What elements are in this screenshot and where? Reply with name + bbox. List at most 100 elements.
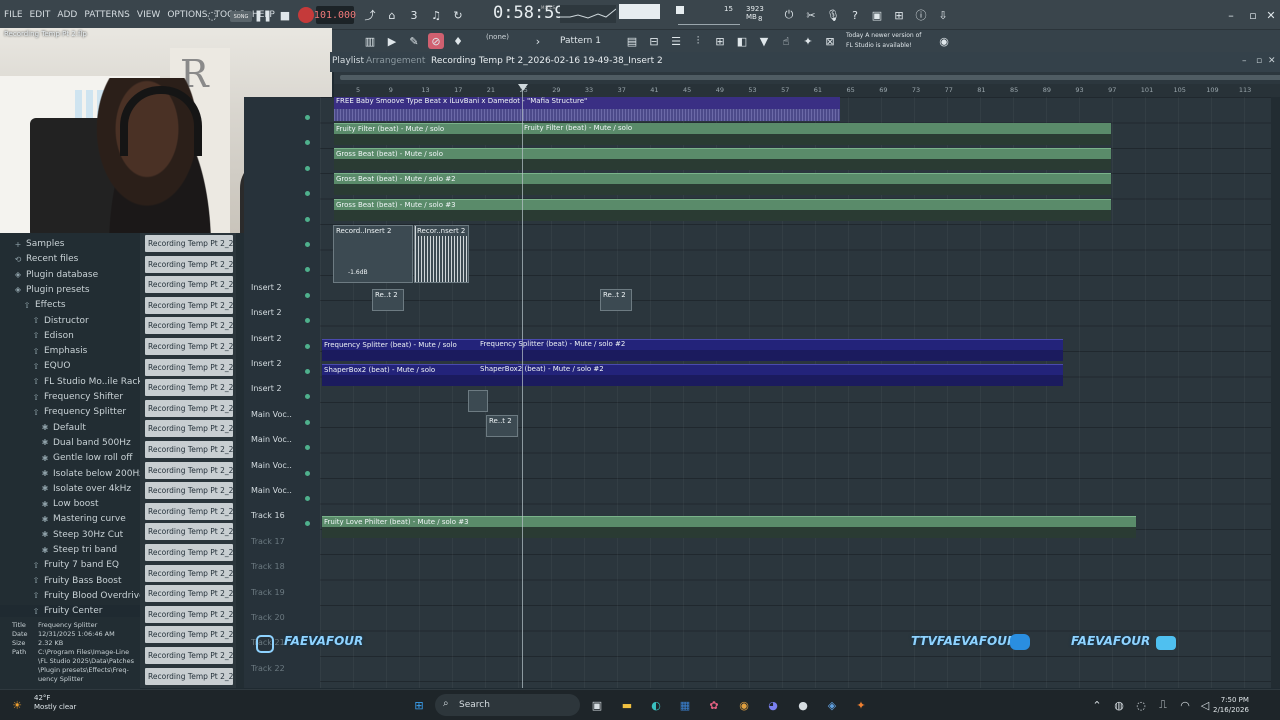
audio-clip[interactable]: Re..t 2 [600,289,632,311]
clip-source-item[interactable]: Recording Temp Pt 2_202 [145,317,233,335]
funnel-icon[interactable]: ▼ [756,33,772,49]
song-pattern-toggle[interactable]: SONG [230,11,252,22]
clip-source-item[interactable]: Recording Temp Pt 2_202 [145,564,233,582]
track-header[interactable]: Main Voc.. [251,486,311,495]
store-icon[interactable]: ▦ [676,696,694,714]
mixer-view-icon[interactable]: ⫶ [690,33,706,49]
audio-clip[interactable]: Record..Insert 2 -1.6dB [333,225,413,283]
mixer-icon[interactable]: ⊞ [890,6,908,24]
pattern-selector[interactable]: Pattern 1 [560,32,606,50]
clip-source-item[interactable]: Recording Temp Pt 2_202 [145,338,233,355]
wand-icon[interactable]: ✦ [800,33,816,49]
clip-source-item[interactable]: Recording Temp Pt 2_202 [145,461,233,479]
browser-item[interactable]: + Samples [0,237,65,251]
browser-item[interactable]: ⇧ Edison [0,329,74,343]
track-mute-led[interactable] [305,470,310,476]
bell-icon[interactable]: ♦ [450,33,466,49]
network-icon[interactable]: ◌ [1132,696,1150,714]
track-header[interactable]: Main Voc.. [251,410,311,419]
clip-source-item[interactable]: Recording Temp Pt 2_202 [145,441,233,458]
browser-item[interactable]: ✱ Gentle low roll off [0,451,133,465]
piano-roll-icon[interactable]: ☰ [668,33,684,49]
automation-clip[interactable]: Fruity Filter (beat) - Mute / solo [522,123,1111,145]
automation-clip[interactable]: ShaperBox2 (beat) - Mute / solo #2 [478,364,778,386]
plugin-picker-icon[interactable]: ◧ [734,33,750,49]
record-button[interactable] [298,7,314,23]
menu-edit[interactable]: EDIT [30,10,51,20]
track-mute-led[interactable] [305,521,310,527]
browser-item[interactable]: ⇧ Fruity Blood Overdrive [0,589,145,603]
clip-source-item[interactable]: Recording Temp Pt 2_202 [145,667,233,685]
browser-item[interactable]: ✱ Default [0,421,86,435]
track-mute-led[interactable] [305,318,310,324]
browser-item[interactable]: ⇧ Frequency Splitter [0,405,126,419]
globe-icon[interactable]: ◉ [936,33,952,49]
weather-icon[interactable]: ☀ [8,696,26,714]
browser-icon[interactable]: ⊞ [712,33,728,49]
track-mute-led[interactable] [305,369,310,374]
track-mute-led[interactable] [305,242,310,247]
track-header[interactable]: Insert 2 [251,308,311,317]
microphone-icon[interactable]: 🎙 [824,6,842,24]
close-icon[interactable]: ✕ [1262,6,1280,24]
chevron-up-icon[interactable]: ⌃ [1088,696,1106,714]
close-icon[interactable]: ✕ [1268,56,1276,66]
app-icon[interactable]: ✿ [705,696,723,714]
track-header[interactable]: Main Voc.. [251,435,311,444]
tray-icon[interactable]: ◍ [1110,696,1128,714]
clip-source-item[interactable]: Recording Temp Pt 2_202 [145,420,233,438]
discord-taskbar-icon[interactable]: ◕ [764,696,782,714]
track-mute-led[interactable] [305,191,310,197]
audio-clip[interactable]: Re..t 2 [372,289,404,311]
track-mute-led[interactable] [305,115,310,120]
automation-clip[interactable]: Frequency Splitter (beat) - Mute / solo … [478,339,778,361]
link-icon[interactable]: ⊘ [428,33,444,49]
track-header[interactable]: Track 19 [251,588,311,597]
menu-view[interactable]: VIEW [137,10,160,20]
menu-file[interactable]: FILE [4,10,23,20]
browser-item[interactable]: ✱ Mastering curve [0,512,126,526]
info-icon[interactable]: ⓘ [912,6,930,24]
snap-selector[interactable]: (none) [486,33,509,41]
track-header[interactable]: Track 16 [251,511,311,520]
app2-icon[interactable]: ◈ [823,696,841,714]
edge-icon[interactable]: ◐ [647,696,665,714]
browser-item[interactable]: ⇧ Distructor [0,314,89,328]
browser-item[interactable]: ⇧ FL Studio Mo..ile Rack FX [0,375,157,389]
audio-clip[interactable]: Re..t 2 [486,415,518,437]
chevron-right-icon[interactable]: › [530,33,546,49]
track-header[interactable]: Insert 2 [251,384,311,393]
track-header[interactable]: Track 18 [251,562,311,571]
wait-icon[interactable]: ⤴ [361,6,379,24]
help-icon[interactable]: ? [846,6,864,24]
track-header[interactable]: Insert 2 [251,283,311,292]
browser-item[interactable]: ✱ Isolate below 200Hz [0,467,144,481]
clip-source-item[interactable]: Recording Temp Pt 2_202 [145,276,233,294]
maximize-icon[interactable]: ▫ [1256,56,1262,66]
pencil-icon[interactable]: ✎ [406,33,422,49]
fl-studio-icon[interactable]: ✦ [852,696,870,714]
audio-clip[interactable]: Recor..nsert 2 [414,225,469,283]
automation-clip[interactable]: Gross Beat (beat) - Mute / solo #2 [334,173,1111,195]
track-mute-led[interactable] [305,419,310,425]
track-mute-led[interactable] [305,140,310,146]
track-mute-led[interactable] [305,343,310,349]
track-mute-led[interactable] [305,165,310,171]
clip-source-item[interactable]: Recording Temp Pt 2_202 [145,544,233,561]
pause-button[interactable]: ❚❚ [254,6,272,24]
clip-source-item[interactable]: Recording Temp Pt 2_202 [145,399,233,417]
clip-source-item[interactable]: Recording Temp Pt 2_202 [145,605,233,623]
track-mute-led[interactable] [305,445,310,451]
browser-item[interactable]: ✱ Isolate over 4kHz [0,482,132,496]
automation-clip[interactable]: Fruity Love Philter (beat) - Mute / solo… [322,516,1136,538]
minimize-icon[interactable]: – [1222,6,1240,24]
piano-icon[interactable]: ▥ [362,33,378,49]
chrome-icon[interactable]: ◉ [735,696,753,714]
overview-thumb[interactable] [340,75,1280,80]
tools-icon[interactable]: ✂ [802,6,820,24]
step-edit-icon[interactable]: 3 [405,6,423,24]
news-panel[interactable]: Today A newer version of FL Studio is av… [846,31,921,51]
automation-clip[interactable]: Gross Beat (beat) - Mute / solo #3 [334,199,1111,221]
browser-item[interactable]: ⇧ Emphasis [0,344,88,358]
file-explorer-icon[interactable]: ▬ [618,696,636,714]
